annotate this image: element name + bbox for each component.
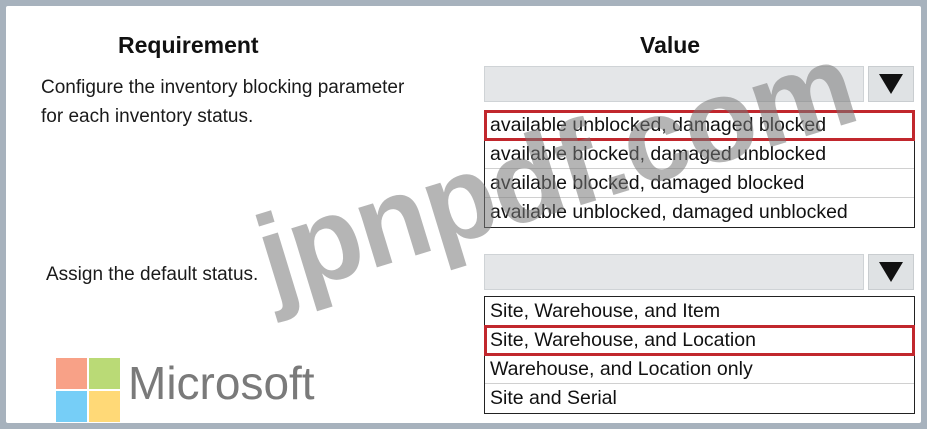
answer-area: Requirement Value Configure the inventor…	[6, 6, 921, 423]
logo-square-red	[56, 358, 87, 389]
requirement-1-line-2: for each inventory status.	[41, 106, 254, 127]
dropdown-2-option-2[interactable]: Site, Warehouse, and Location	[484, 325, 915, 356]
requirement-2-text: Assign the default status.	[46, 260, 258, 289]
dropdown-1-options: available unblocked, damaged blocked ava…	[484, 110, 915, 228]
requirement-1-text: Configure the inventory blocking paramet…	[41, 73, 404, 131]
dropdown-1-option-2[interactable]: available blocked, damaged unblocked	[485, 140, 914, 169]
logo-square-yellow	[89, 391, 120, 422]
dropdown-2-options: Site, Warehouse, and Item Site, Warehous…	[484, 296, 915, 414]
value-header: Value	[640, 32, 701, 58]
dropdown-2-option-1[interactable]: Site, Warehouse, and Item	[485, 297, 914, 326]
requirement-header: Requirement	[118, 32, 259, 58]
logo-square-blue	[56, 391, 87, 422]
dropdown-1-option-1[interactable]: available unblocked, damaged blocked	[484, 110, 915, 141]
requirement-2-line-1: Assign the default status.	[46, 264, 259, 285]
dropdown-1-button[interactable]	[868, 66, 914, 102]
chevron-down-icon	[879, 262, 903, 282]
dropdown-2-field[interactable]	[484, 254, 864, 290]
dropdown-2-option-3[interactable]: Warehouse, and Location only	[485, 355, 914, 384]
requirement-1-line-1: Configure the inventory blocking paramet…	[41, 77, 405, 98]
dropdown-2-option-4[interactable]: Site and Serial	[485, 384, 914, 413]
microsoft-logo-icon	[56, 358, 120, 422]
dropdown-1-option-3[interactable]: available blocked, damaged blocked	[485, 169, 914, 198]
dropdown-1-option-4[interactable]: available unblocked, damaged unblocked	[485, 198, 914, 227]
dropdown-1-field[interactable]	[484, 66, 864, 102]
logo-square-green	[89, 358, 120, 389]
microsoft-wordmark: Microsoft	[128, 357, 315, 409]
chevron-down-icon	[879, 74, 903, 94]
dropdown-2-button[interactable]	[868, 254, 914, 290]
